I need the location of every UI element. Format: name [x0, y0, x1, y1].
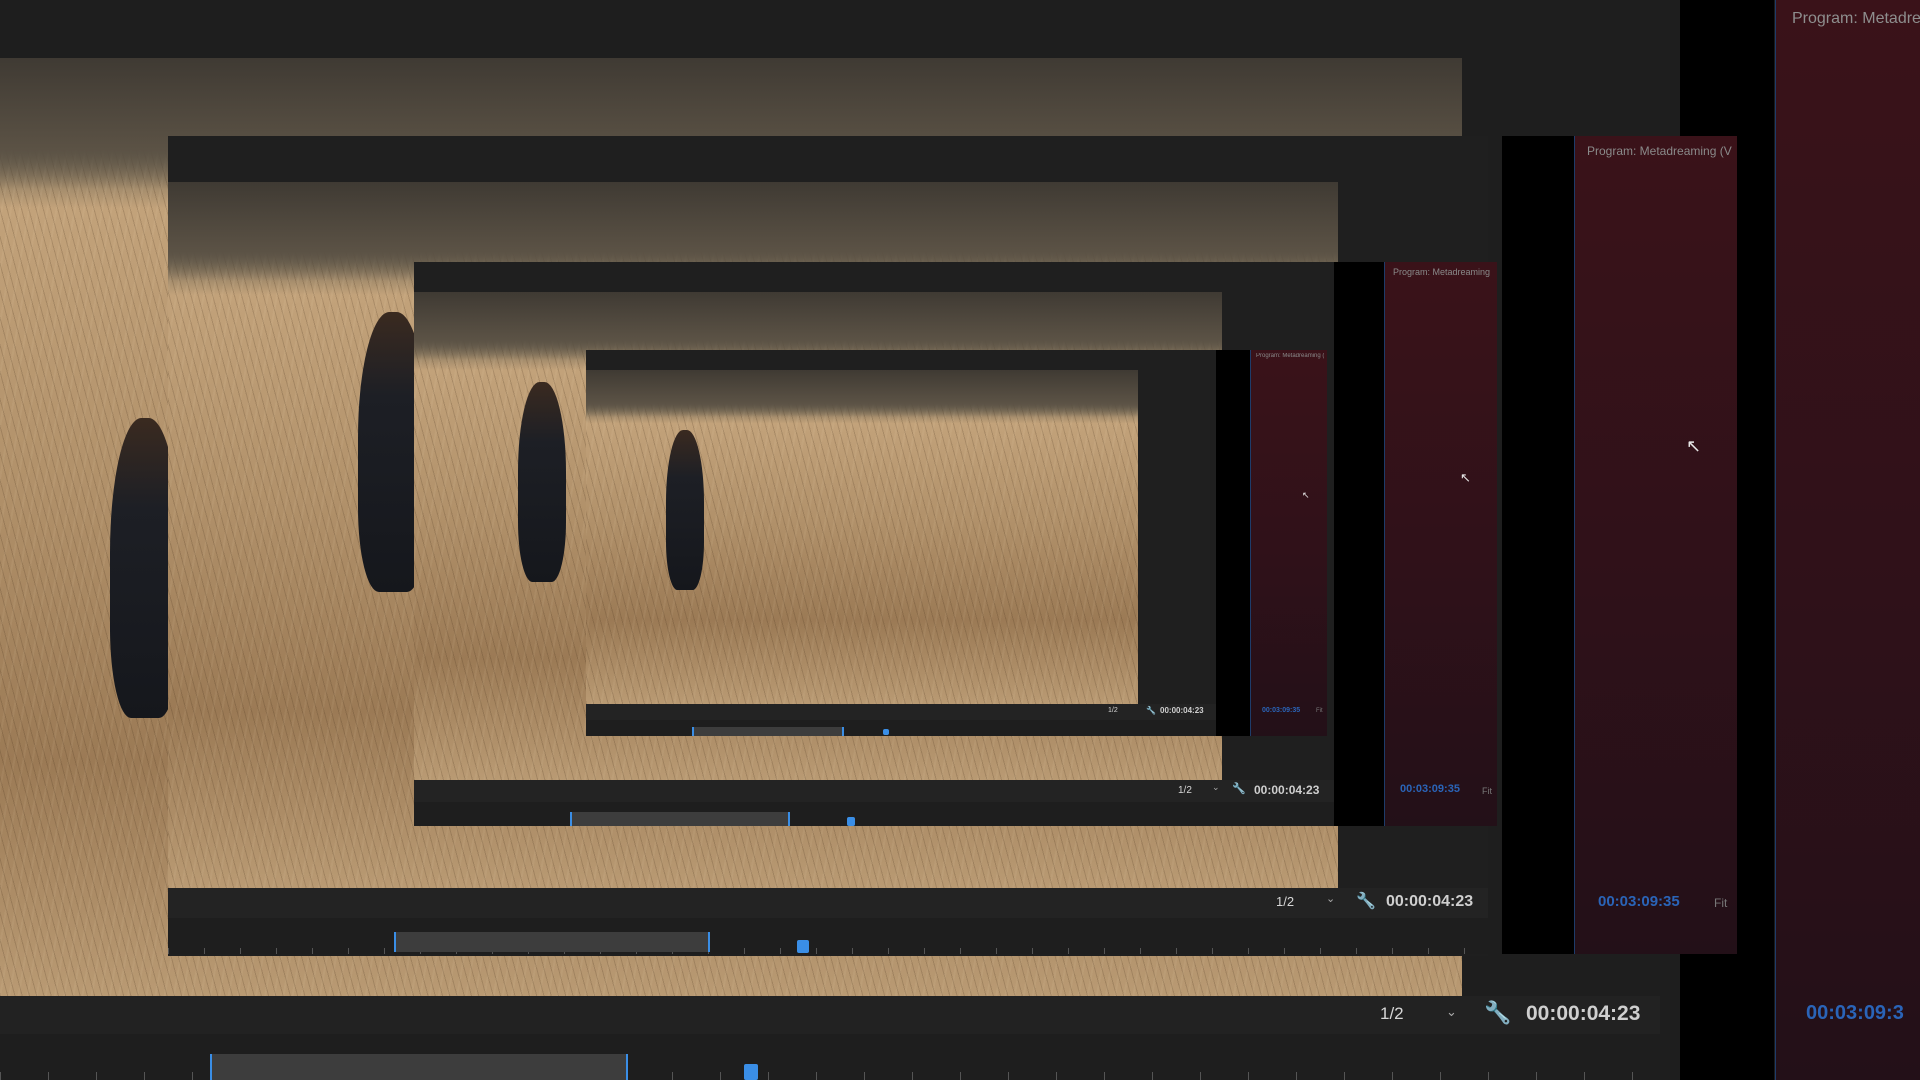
playhead-l4[interactable]: [883, 729, 889, 735]
mouse-pointer-icon: ↖: [1302, 490, 1310, 500]
wrench-icon[interactable]: 🔧: [1484, 1000, 1511, 1026]
wrench-icon[interactable]: 🔧: [1356, 891, 1376, 911]
resolution-select-l2[interactable]: 1/2: [1276, 894, 1294, 909]
scrub-bar-l3[interactable]: [414, 802, 1334, 826]
playhead-l1[interactable]: [744, 1064, 758, 1080]
video-frame-l4: [586, 370, 1138, 704]
gap-l2: [1502, 136, 1574, 954]
work-area-range-l2[interactable]: [394, 932, 710, 952]
wrench-icon[interactable]: 🔧: [1146, 706, 1156, 715]
program-title-l4: Program: Metadreaming (V: [1256, 353, 1324, 359]
program-title-l3: Program: Metadreaming (V: [1393, 267, 1493, 277]
work-area-range-l1[interactable]: [210, 1054, 628, 1080]
work-area-range-l4[interactable]: [692, 727, 844, 736]
program-monitor-l1: [1775, 0, 1920, 1080]
scrub-bar-l4[interactable]: [586, 720, 1216, 736]
timecode-l1: 00:00:04:23: [1526, 1002, 1641, 1025]
program-timecode-l3: 00:03:09:35: [1400, 783, 1460, 795]
program-timecode-l2: 00:03:09:35: [1598, 893, 1680, 910]
monitor-controls-l1: [0, 996, 1660, 1034]
mouse-pointer-icon: ↖: [1686, 436, 1702, 456]
monitor-controls-l4: [586, 704, 1216, 720]
program-timecode-l4: 00:03:09:35: [1262, 707, 1301, 714]
program-title-l2: Program: Metadreaming (V: [1587, 144, 1732, 158]
chevron-down-icon: ⌄: [1326, 893, 1336, 905]
program-monitor-l4: [1250, 350, 1327, 736]
timecode-l4: 00:00:04:23: [1160, 706, 1204, 715]
playhead-l2[interactable]: [797, 940, 809, 953]
chevron-down-icon: ⌄: [1446, 1004, 1457, 1019]
monitor-controls-l3: [414, 780, 1334, 802]
resolution-select-l4[interactable]: 1/2: [1108, 707, 1118, 714]
playhead-l3[interactable]: [847, 817, 855, 826]
gap-l4: [1216, 350, 1250, 736]
fit-select-l4[interactable]: Fit: [1316, 708, 1323, 714]
mouse-pointer-icon: ↖: [1460, 470, 1471, 485]
program-monitor-l3: [1384, 262, 1497, 826]
resolution-select-l1[interactable]: 1/2: [1380, 1004, 1404, 1024]
program-monitor-l2: [1574, 136, 1737, 954]
program-title-l1: Program: Metadre: [1792, 10, 1920, 27]
wrench-icon[interactable]: 🔧: [1232, 782, 1246, 795]
timecode-l3: 00:00:04:23: [1254, 783, 1320, 797]
gap-l3: [1334, 262, 1384, 826]
timeline-ticks-l2: [168, 948, 1488, 954]
fit-select-l2[interactable]: Fit: [1714, 896, 1727, 910]
fit-select-l3[interactable]: Fit: [1482, 786, 1492, 796]
resolution-select-l3[interactable]: 1/2: [1178, 785, 1192, 796]
program-timecode-l1: 00:03:09:3: [1806, 1002, 1904, 1024]
work-area-range-l3[interactable]: [570, 812, 790, 826]
chevron-down-icon: ⌄: [1212, 782, 1220, 792]
timecode-l2: 00:00:04:23: [1386, 893, 1474, 910]
